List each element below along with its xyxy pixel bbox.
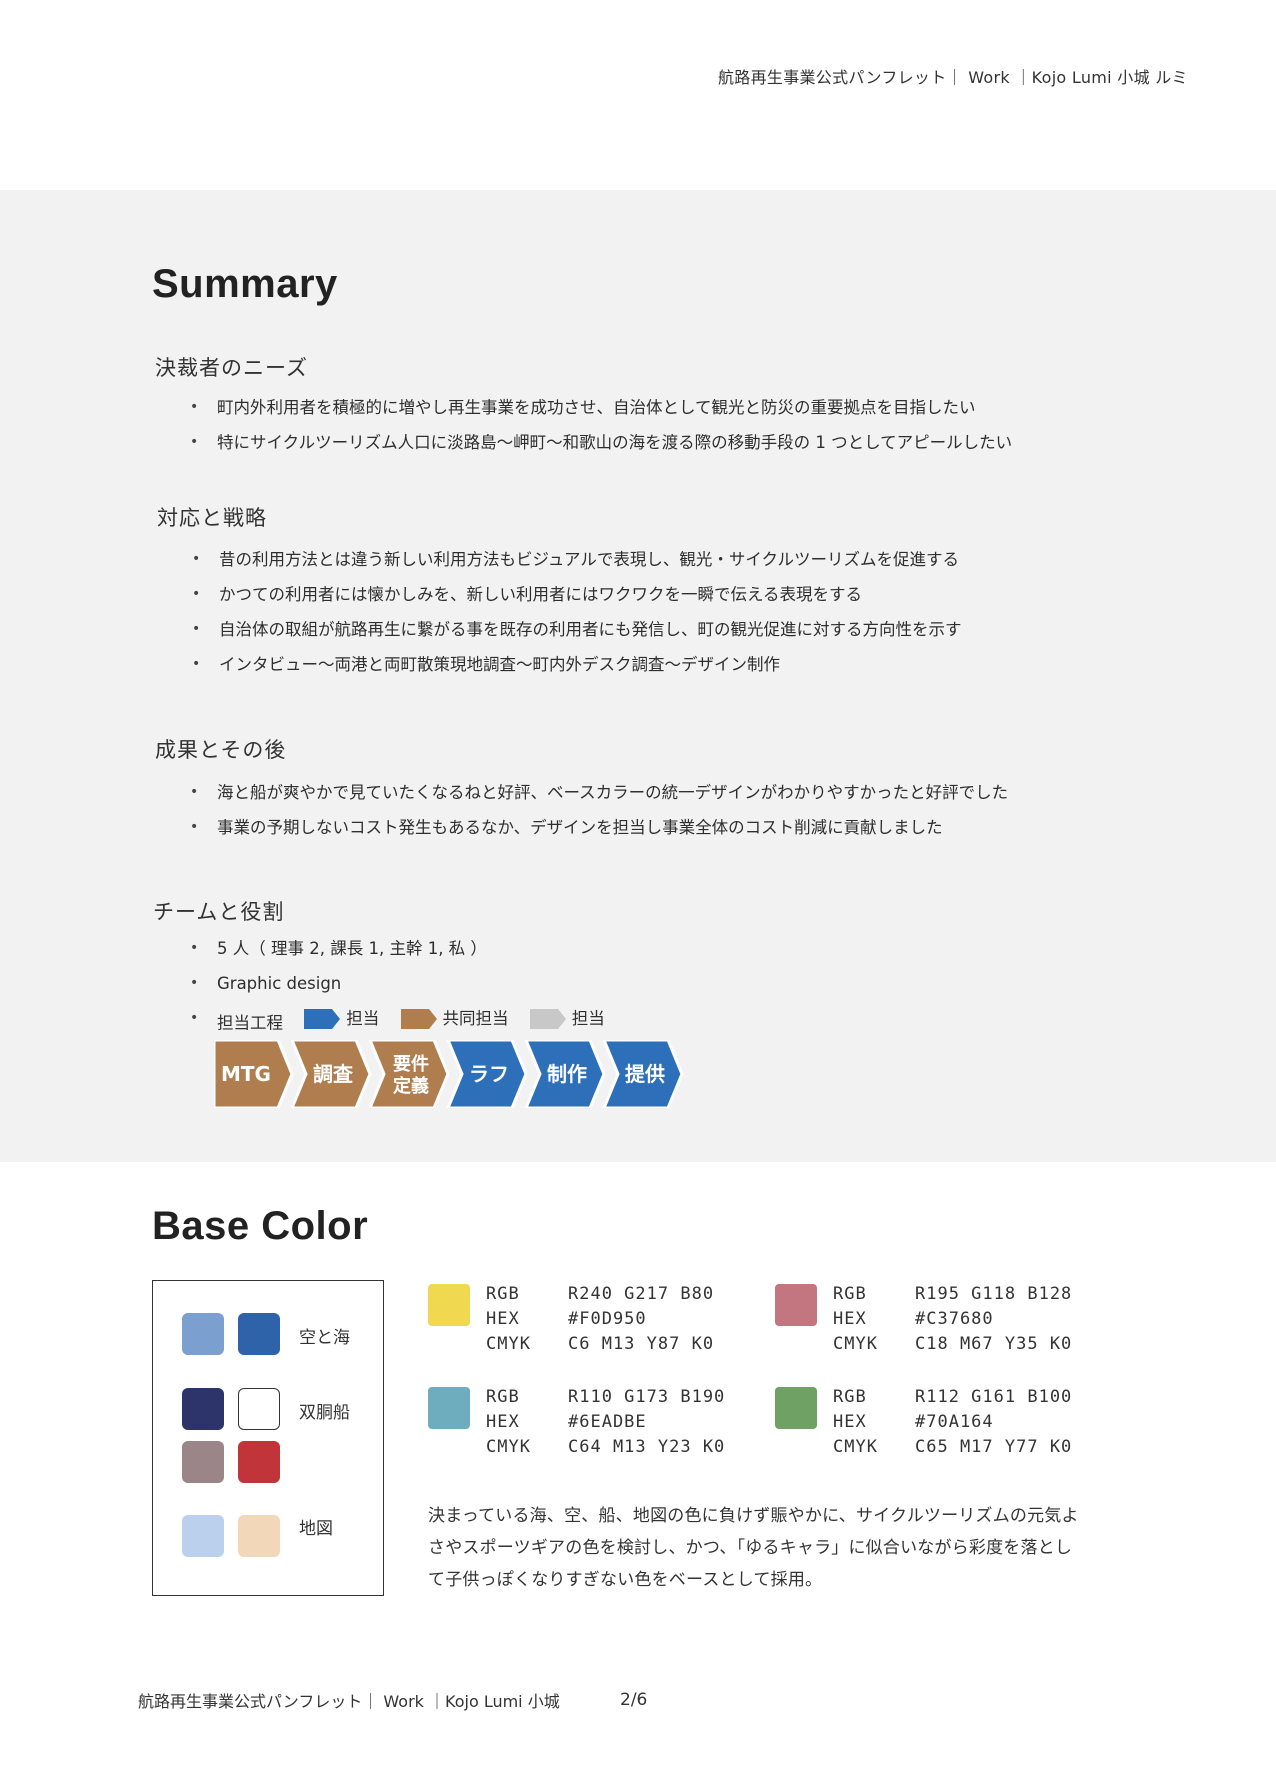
color-swatch [775, 1387, 817, 1429]
needs-list: 町内外利用者を積極的に増やし再生事業を成功させ、自治体として観光と防災の重要拠点… [190, 390, 1012, 460]
cmyk-label: CMYK [486, 1437, 531, 1457]
hex-value: #F0D950 [568, 1309, 647, 1329]
base-color-title: Base Color [152, 1204, 369, 1248]
process-label: 担当工程 [217, 1013, 283, 1033]
list-item: 町内外利用者を積極的に増やし再生事業を成功させ、自治体として観光と防災の重要拠点… [190, 390, 1012, 425]
process-step: ラフ [446, 1040, 528, 1108]
color-swatch [775, 1284, 817, 1326]
footer-text: 航路再生事業公式パンフレット｜ Work ｜Kojo Lumi 小城 [138, 1692, 560, 1711]
process-step-label: 定義 [393, 1075, 429, 1097]
swatch [238, 1313, 280, 1355]
hex-value: #70A164 [915, 1412, 994, 1432]
process-step-label: MTG [221, 1062, 271, 1086]
results-heading: 成果とその後 [155, 738, 287, 762]
legend-item-none: 担当 [529, 1001, 605, 1036]
process-step: 要件定義 [368, 1040, 450, 1108]
team-heading: チームと役割 [153, 900, 285, 924]
palette-label-catamaran: 双胴船 [299, 1403, 350, 1423]
process-step-label: 要件 [393, 1053, 429, 1075]
swatch [182, 1515, 224, 1557]
needs-heading: 決裁者のニーズ [155, 356, 308, 380]
rgb-label: RGB [486, 1284, 520, 1304]
summary-title: Summary [152, 262, 338, 306]
rgb-value: R240 G217 B80 [568, 1284, 715, 1304]
process-legend-row: 担当工程 担当 共同担当 担当 [190, 1001, 605, 1036]
arrow-tag-icon [304, 1008, 341, 1029]
rgb-label: RGB [486, 1387, 520, 1407]
swatch [238, 1441, 280, 1483]
list-item: 特にサイクルツーリズム人口に淡路島〜岬町〜和歌山の海を渡る際の移動手段の 1 つ… [190, 425, 1012, 460]
cmyk-value: C65 M17 Y77 K0 [915, 1437, 1073, 1457]
list-item: 昔の利用方法とは違う新しい利用方法もビジュアルで表現し、観光・サイクルツーリズム… [192, 542, 962, 577]
swatch [182, 1388, 224, 1430]
rgb-value: R112 G161 B100 [915, 1387, 1073, 1407]
list-item: 自治体の取組が航路再生に繋がる事を既存の利用者にも発信し、町の観光促進に対する方… [192, 612, 962, 647]
strategy-list: 昔の利用方法とは違う新しい利用方法もビジュアルで表現し、観光・サイクルツーリズム… [192, 542, 962, 682]
list-item: 5 人（ 理事 2, 課長 1, 主幹 1, 私 ） [190, 931, 605, 966]
header-text: 航路再生事業公式パンフレット｜ Work ｜Kojo Lumi 小城 ルミ [718, 68, 1188, 87]
page-number: 2/6 [620, 1690, 648, 1710]
color-swatch [428, 1387, 470, 1429]
process-step: 調査 [290, 1040, 372, 1108]
legend-label: 担当 [571, 1009, 605, 1028]
rgb-value: R110 G173 B190 [568, 1387, 726, 1407]
swatch [182, 1313, 224, 1355]
legend-label: 担当 [346, 1009, 380, 1028]
swatch [182, 1441, 224, 1483]
process-flow: MTG 調査 要件定義ラフ 制作 提供 [214, 1040, 684, 1108]
cmyk-label: CMYK [833, 1334, 878, 1354]
palette-label-sky-sea: 空と海 [299, 1328, 350, 1348]
cmyk-label: CMYK [833, 1437, 878, 1457]
hex-label: HEX [833, 1412, 867, 1432]
cmyk-value: C64 M13 Y23 K0 [568, 1437, 726, 1457]
rgb-value: R195 G118 B128 [915, 1284, 1073, 1304]
legend-label: 共同担当 [442, 1009, 509, 1028]
hex-value: #6EADBE [568, 1412, 647, 1432]
process-step-label: 制作 [547, 1062, 587, 1086]
process-step-label: 調査 [313, 1062, 353, 1086]
palette-label-map: 地図 [299, 1519, 333, 1539]
list-item: 事業の予期しないコスト発生もあるなか、デザインを担当し事業全体のコスト削減に貢献… [190, 810, 1008, 845]
hex-label: HEX [833, 1309, 867, 1329]
rgb-label: RGB [833, 1387, 867, 1407]
hex-label: HEX [486, 1412, 520, 1432]
palette-box: 空と海 双胴船 地図 [152, 1280, 384, 1596]
swatch [238, 1515, 280, 1557]
arrow-tag-icon [529, 1008, 566, 1029]
list-item: Graphic design [190, 966, 605, 1001]
strategy-heading: 対応と戦略 [157, 506, 267, 530]
swatch [238, 1388, 280, 1430]
list-item: かつての利用者には懐かしみを、新しい利用者にはワクワクを一瞬で伝える表現をする [192, 577, 962, 612]
cmyk-value: C18 M67 Y35 K0 [915, 1334, 1073, 1354]
results-list: 海と船が爽やかで見ていたくなるねと好評、ベースカラーの統一デザインがわかりやすか… [190, 775, 1008, 845]
process-step-label: 提供 [625, 1062, 665, 1086]
color-description: 決まっている海、空、船、地図の色に負けず賑やかに、サイクルツーリズムの元気よさや… [428, 1506, 1079, 1590]
arrow-tag-icon [400, 1008, 437, 1029]
process-step: MTG [214, 1040, 294, 1108]
cmyk-label: CMYK [486, 1334, 531, 1354]
process-step-label: ラフ [469, 1062, 509, 1086]
cmyk-value: C6 M13 Y87 K0 [568, 1334, 715, 1354]
color-swatch [428, 1284, 470, 1326]
process-step: 提供 [602, 1040, 684, 1108]
list-item: インタビュー〜両港と両町散策現地調査〜町内外デスク調査〜デザイン制作 [192, 647, 962, 682]
rgb-label: RGB [833, 1284, 867, 1304]
legend-item-own: 担当 [304, 1001, 379, 1036]
hex-label: HEX [486, 1309, 520, 1329]
team-list: 5 人（ 理事 2, 課長 1, 主幹 1, 私 ） Graphic desig… [190, 931, 605, 1036]
hex-value: #C37680 [915, 1309, 994, 1329]
process-step: 制作 [524, 1040, 606, 1108]
list-item: 海と船が爽やかで見ていたくなるねと好評、ベースカラーの統一デザインがわかりやすか… [190, 775, 1008, 810]
legend-item-shared: 共同担当 [400, 1001, 509, 1036]
